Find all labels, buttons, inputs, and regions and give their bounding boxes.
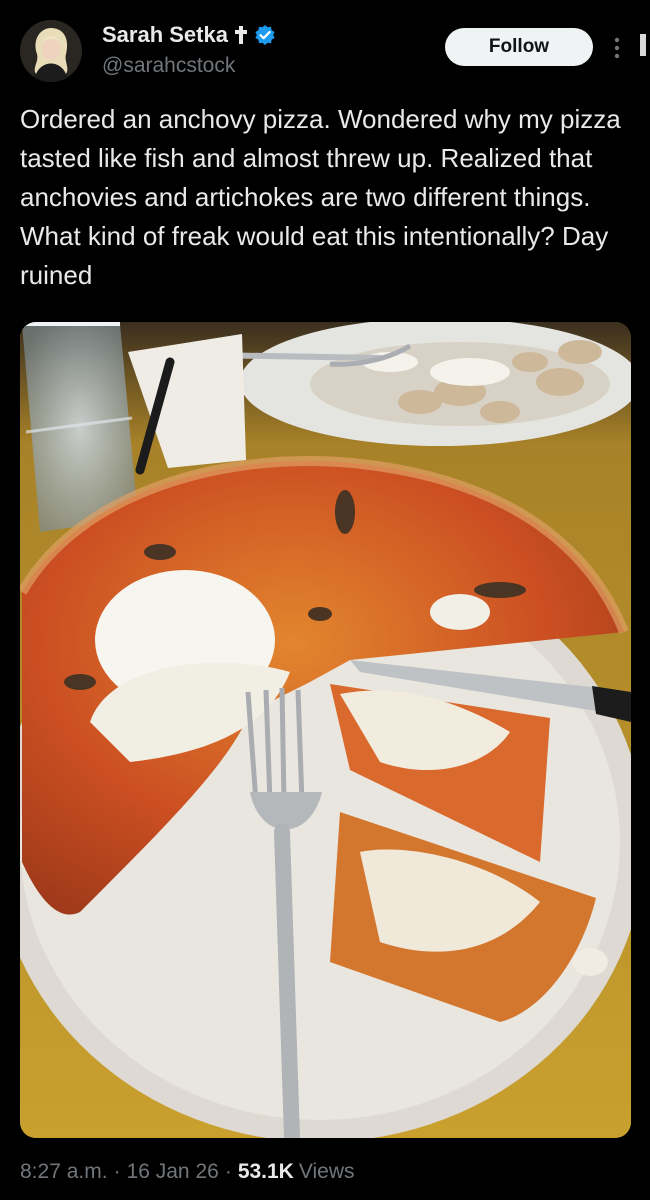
avatar[interactable]	[20, 20, 82, 82]
separator-dot: ·	[224, 1160, 232, 1183]
tweet-header: Sarah Setka @sarahcstock Follow	[0, 0, 650, 100]
window-edge-bar	[640, 34, 646, 56]
tweet-date[interactable]: 16 Jan 26	[127, 1160, 219, 1184]
follow-button[interactable]: Follow	[445, 28, 593, 66]
tweet-meta: 8:27 a.m. · 16 Jan 26 · 53.1K Views	[20, 1160, 355, 1184]
verified-icon	[255, 25, 275, 45]
author-name-row: Sarah Setka	[102, 22, 276, 48]
author-display-name[interactable]: Sarah Setka	[102, 22, 228, 48]
pizza-photo-image	[20, 322, 631, 1138]
more-vertical-icon[interactable]	[612, 36, 622, 60]
cross-icon	[234, 26, 247, 44]
tweet-time[interactable]: 8:27 a.m.	[20, 1160, 108, 1184]
tweet-text: Ordered an anchovy pizza. Wondered why m…	[20, 104, 621, 290]
author-handle[interactable]: @sarahcstock	[102, 54, 235, 78]
profile-photo-icon	[20, 20, 82, 82]
views-count: 53.1K	[237, 1160, 294, 1183]
tweet-photo[interactable]	[20, 322, 631, 1138]
separator-dot: ·	[113, 1160, 121, 1183]
views-label: Views	[298, 1160, 355, 1183]
